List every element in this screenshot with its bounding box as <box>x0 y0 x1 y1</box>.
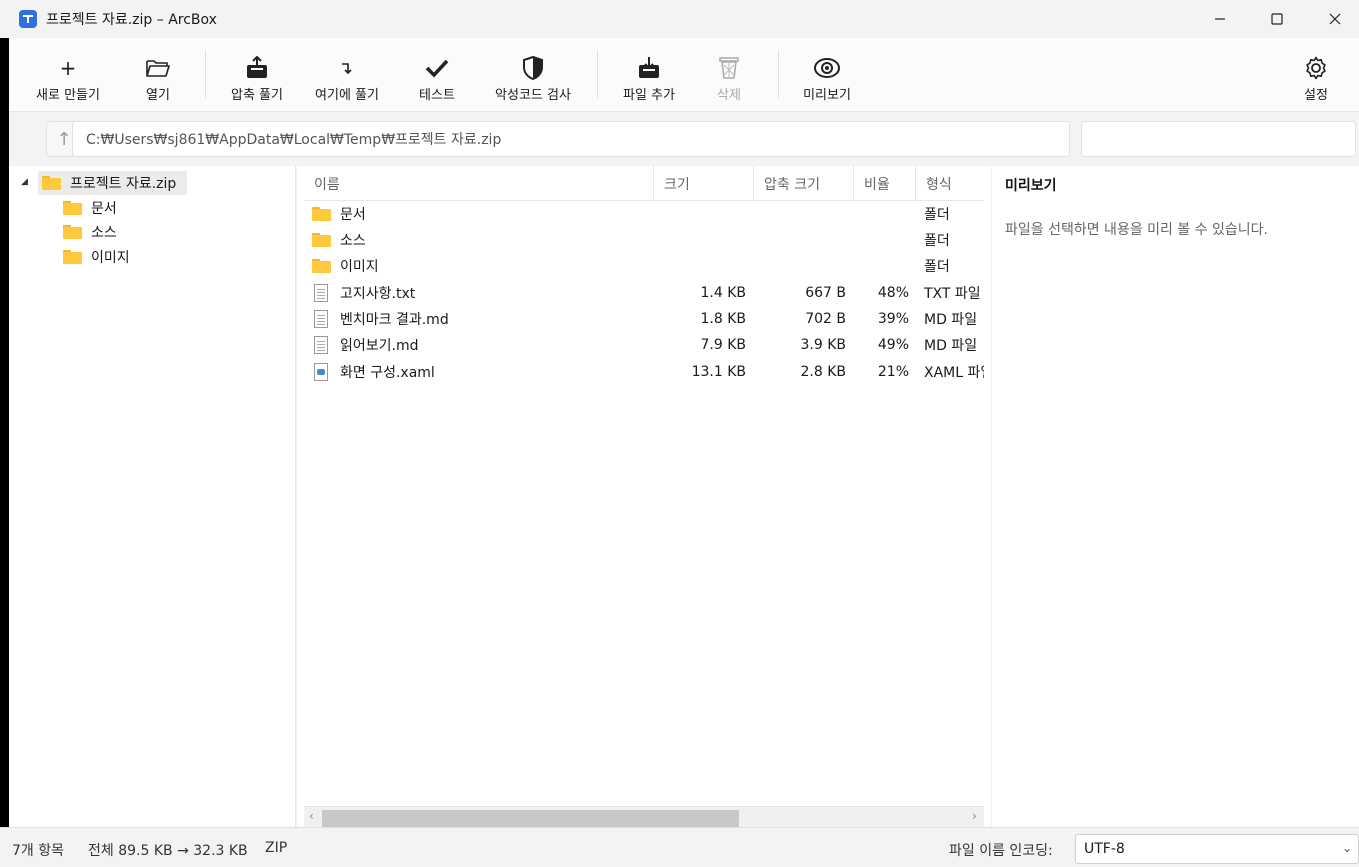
malware-scan-button[interactable]: 악성코드 검사 <box>483 38 583 112</box>
plus-icon: + <box>59 56 77 80</box>
archive-format: ZIP <box>265 840 288 856</box>
toolbar-separator <box>597 50 598 98</box>
scrollbar-thumb[interactable] <box>322 810 739 828</box>
checkmark-icon <box>425 55 449 81</box>
maximize-button[interactable] <box>1254 0 1300 38</box>
encoding-label: 파일 이름 인코딩: <box>949 843 1053 859</box>
list-item[interactable]: 문서 폴더 <box>304 201 984 227</box>
tree-item-root[interactable]: 프로젝트 자료.zip <box>38 171 187 195</box>
status-bar: 7개 항목 전체 89.5 KB → 32.3 KB ZIP 파일 이름 인코딩… <box>0 827 1359 867</box>
column-header-size[interactable]: 크기 <box>654 166 754 201</box>
preview-message: 파일을 선택하면 내용을 미리 볼 수 있습니다. <box>1005 222 1268 238</box>
search-input[interactable] <box>1081 121 1356 157</box>
horizontal-scrollbar[interactable]: ‹ › <box>304 806 984 828</box>
list-item[interactable]: 고지사항.txt 1.4 KB 667 B 48% TXT 파일 <box>304 280 984 306</box>
extract-box-icon <box>245 55 269 81</box>
gear-icon <box>1304 55 1328 81</box>
scroll-left-icon[interactable]: ‹ <box>309 809 314 823</box>
eye-icon <box>814 55 840 81</box>
test-button[interactable]: 테스트 <box>407 38 467 112</box>
app-icon <box>19 10 37 28</box>
trash-icon <box>717 55 741 81</box>
minimize-button[interactable] <box>1197 0 1243 38</box>
tree-item-images[interactable]: 이미지 <box>63 245 183 269</box>
file-list: 이름 크기 압축 크기 비율 형식 문서 폴더 소스 폴더 이미지 폴더 고지사… <box>297 166 991 828</box>
maximize-icon <box>1271 13 1283 25</box>
folder-icon <box>42 176 61 190</box>
scroll-right-icon[interactable]: › <box>972 809 977 823</box>
list-header: 이름 크기 압축 크기 비율 형식 <box>304 166 984 201</box>
return-arrow-icon <box>339 55 355 81</box>
folder-open-icon <box>145 55 171 81</box>
text-file-icon <box>314 336 328 354</box>
title-bar: 프로젝트 자료.zip – ArcBox <box>0 0 1359 38</box>
folder-icon <box>312 259 331 273</box>
folder-tree: ◢ 프로젝트 자료.zip 문서 소스 이미지 <box>9 166 296 827</box>
extract-here-button[interactable]: 여기에 풀기 <box>307 38 387 112</box>
list-item[interactable]: 소스 폴더 <box>304 227 984 253</box>
window-title: 프로젝트 자료.zip – ArcBox <box>46 12 217 28</box>
chevron-down-icon: ⌄ <box>1341 841 1352 855</box>
shield-icon <box>522 55 544 81</box>
tree-item-docs[interactable]: 문서 <box>63 196 183 220</box>
add-files-button[interactable]: 파일 추가 <box>611 38 687 112</box>
path-input[interactable] <box>72 121 1070 157</box>
delete-button[interactable]: 삭제 <box>701 38 757 112</box>
list-item[interactable]: 이미지 폴더 <box>304 253 984 279</box>
column-header-type[interactable]: 형식 <box>916 166 984 201</box>
list-item[interactable]: 벤치마크 결과.md 1.8 KB 702 B 39% MD 파일 <box>304 306 984 332</box>
xaml-file-icon <box>314 363 328 381</box>
item-count: 7개 항목 <box>12 843 64 859</box>
toolbar: + 새로 만들기 열기 압축 풀기 여기에 풀기 테스트 악성코드 검사 파일 … <box>9 38 1359 112</box>
tree-item-source[interactable]: 소스 <box>63 220 183 244</box>
minimize-icon <box>1215 18 1225 20</box>
preview-button[interactable]: 미리보기 <box>792 38 862 112</box>
close-button[interactable] <box>1312 0 1358 38</box>
new-archive-button[interactable]: + 새로 만들기 <box>28 38 108 112</box>
open-button[interactable]: 열기 <box>123 38 193 112</box>
encoding-select[interactable]: UTF-8 ⌄ <box>1075 834 1359 864</box>
close-icon <box>1329 13 1341 25</box>
folder-icon <box>312 233 331 247</box>
list-item[interactable]: 읽어보기.md 7.9 KB 3.9 KB 49% MD 파일 <box>304 332 984 358</box>
folder-icon <box>63 201 82 215</box>
toolbar-separator <box>778 50 779 98</box>
text-file-icon <box>314 284 328 302</box>
column-header-packed[interactable]: 압축 크기 <box>754 166 854 201</box>
folder-icon <box>63 250 82 264</box>
settings-button[interactable]: 설정 <box>1291 38 1341 112</box>
address-bar: ↑ <box>9 112 1359 166</box>
left-edge-strip <box>0 38 9 867</box>
text-file-icon <box>314 310 328 328</box>
up-arrow-icon: ↑ <box>56 128 72 150</box>
column-header-name[interactable]: 이름 <box>304 166 654 201</box>
size-summary: 전체 89.5 KB → 32.3 KB <box>88 843 248 859</box>
add-to-archive-icon <box>637 55 661 81</box>
toolbar-separator <box>205 50 206 98</box>
list-item[interactable]: 화면 구성.xaml 13.1 KB 2.8 KB 21% XAML 파일 <box>304 359 984 385</box>
extract-button[interactable]: 압축 풀기 <box>219 38 295 112</box>
folder-icon <box>63 225 82 239</box>
column-header-ratio[interactable]: 비율 <box>854 166 916 201</box>
preview-title: 미리보기 <box>1005 178 1057 194</box>
preview-pane: 미리보기 파일을 선택하면 내용을 미리 볼 수 있습니다. <box>992 166 1359 827</box>
folder-icon <box>312 207 331 221</box>
collapse-triangle-icon[interactable]: ◢ <box>21 177 28 187</box>
